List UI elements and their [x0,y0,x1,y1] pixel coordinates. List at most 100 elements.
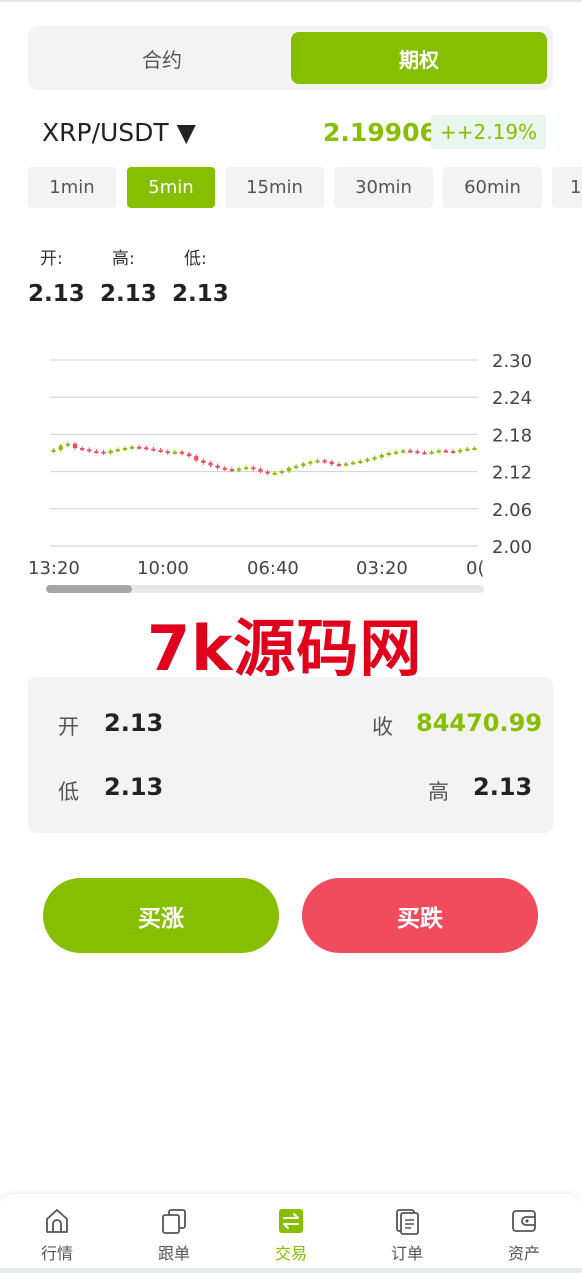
candle-body [79,448,85,451]
candle-body [201,460,206,463]
high-value: 2.13 [100,281,157,307]
watermark: 7k源码网 [147,612,423,685]
document-icon [396,1209,419,1235]
candle-body [194,456,199,461]
candle-body [379,454,384,458]
candle-body [336,464,342,467]
interval-15min[interactable]: 15min [225,167,324,208]
candle-body [165,451,170,454]
candle-body [450,451,456,454]
low-value: 2.13 [172,281,229,307]
exchange-icon [279,1209,303,1233]
interval-5min[interactable]: 5min [127,167,215,208]
x-tick-label: 06:40 [247,558,299,579]
candle-body [222,467,227,470]
candle-body [51,449,56,452]
tab-option[interactable]: 期权 [291,32,547,84]
stat-low-value: 2.13 [104,773,164,801]
candle-body [293,466,299,469]
candle-body [279,470,284,473]
y-tick-label: 2.06 [492,500,532,521]
candle-body [179,451,185,454]
stat-open-value: 2.13 [104,709,164,737]
y-tick-label: 2.24 [492,388,532,409]
candle-body [87,449,92,452]
current-price: 2.19906 [323,118,437,147]
wallet-icon [512,1210,536,1232]
nav-market[interactable]: 行情 [17,1206,97,1264]
candle-body [358,461,363,464]
candle-body [115,449,120,452]
interval-more[interactable]: 1 [552,167,582,208]
candle-body [308,461,313,464]
candle-body [351,462,356,465]
candle-body [186,453,192,457]
candle-body [408,450,413,453]
interval-30min[interactable]: 30min [334,167,433,208]
candle-body [258,469,263,472]
candle-body [229,469,235,472]
home-indicator-bar [0,1268,582,1273]
stats-panel: 开 2.13 收 84470.99 低 2.13 高 2.13 [28,677,553,833]
nav-market-label: 行情 [40,1244,73,1263]
candle-body [415,451,420,454]
candle-body [315,460,320,463]
tab-contract[interactable]: 合约 [34,32,290,84]
y-tick-label: 2.00 [492,537,532,558]
stat-open-label: 开 [58,715,79,739]
nav-orders[interactable]: 订单 [367,1206,447,1264]
candle-body [215,465,220,468]
stat-close-label: 收 [372,715,393,739]
pair-selector[interactable]: XRP/USDT ▼ [42,118,196,147]
candle-body [137,446,142,449]
candle-body [322,460,327,463]
candle-body [129,446,135,449]
candle-body [236,468,242,471]
stat-high-value: 2.13 [473,773,533,801]
candle-body [329,461,334,465]
interval-1min[interactable]: 1min [28,167,116,208]
candlestick-chart[interactable]: 2.30 2.24 2.18 2.12 2.06 2.00 13:20 10:00 06:40… [0,330,582,600]
candle-body [465,448,470,451]
open-value: 2.13 [28,281,85,307]
candle-body [443,450,449,453]
high-label: 高: [112,249,135,269]
copy-icon [162,1209,186,1234]
candle-body [72,443,78,449]
buy-down-button[interactable]: 买跌 [302,878,538,953]
chart-scroll-thumb[interactable] [46,585,132,593]
candle-body [122,448,128,451]
stat-low-label: 低 [58,780,79,804]
candle-body [151,448,156,451]
y-tick-label: 2.30 [492,351,532,372]
nav-assets-label: 资产 [507,1244,540,1263]
nav-copy-trade[interactable]: 跟单 [134,1206,214,1264]
candle-body [108,450,113,453]
candle-body [251,467,256,470]
candle-body [94,451,99,454]
x-tick-label: 13:20 [28,558,80,579]
stat-close-value: 84470.99 [416,709,543,737]
nav-copy-trade-label: 跟单 [157,1244,190,1263]
y-tick-label: 2.12 [492,463,532,484]
candle-body [400,450,406,453]
candle-body [472,448,477,451]
candle-body [436,450,441,453]
nav-trade-label: 交易 [274,1244,307,1263]
candle-body [365,459,370,462]
nav-assets[interactable]: 资产 [484,1206,564,1264]
x-tick-label: 10:00 [137,558,189,579]
nav-trade[interactable]: 交易 [251,1206,331,1264]
candle-body [422,452,427,455]
stat-high-label: 高 [428,780,449,804]
buy-up-button[interactable]: 买涨 [43,878,279,953]
candle-body [393,451,399,454]
candle-body [172,451,177,454]
candle-body [101,451,106,454]
candle-body [265,471,270,474]
interval-60min[interactable]: 60min [443,167,542,208]
open-label: 开: [40,249,63,269]
candle-body [286,467,292,471]
price-change-badge: ++2.19% [431,115,547,149]
candle-body [208,462,213,466]
